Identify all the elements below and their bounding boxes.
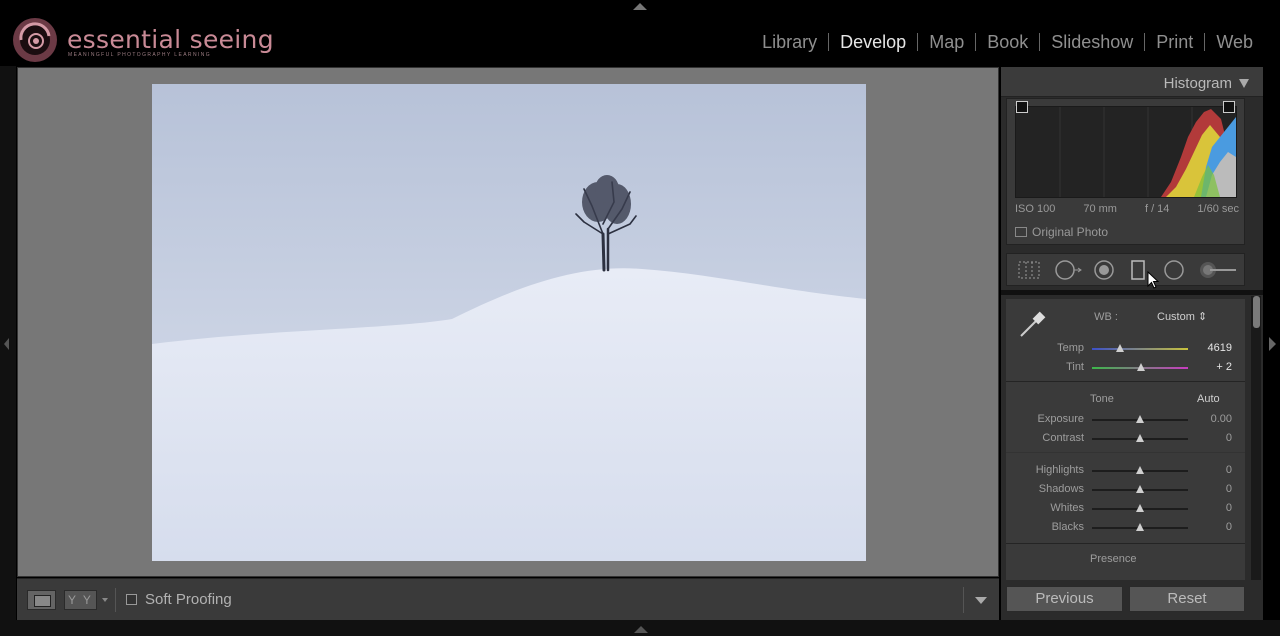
temp-value[interactable]: 4619 (1192, 342, 1232, 354)
right-panel: Histogram ISO 100 70 mm f / 14 1/60 sec (1001, 67, 1263, 620)
panel-separator (1001, 290, 1263, 295)
module-picker: Library Develop Map Book Slideshow Print… (751, 33, 1264, 51)
shadow-clipping-icon[interactable] (1016, 101, 1028, 113)
highlight-clipping-icon[interactable] (1223, 101, 1235, 113)
before-after-button[interactable]: Y Y (64, 590, 97, 610)
updown-arrows-icon: ⇕ (1197, 311, 1208, 323)
group-divider (1006, 452, 1245, 453)
wb-select[interactable]: Custom ⇕ (1157, 310, 1207, 323)
highlights-label: Highlights (1035, 464, 1084, 476)
module-map[interactable]: Map (917, 33, 975, 51)
exposure-label: Exposure (1037, 413, 1084, 425)
wb-eyedropper-icon[interactable] (1015, 308, 1049, 342)
top-panel-toggle[interactable] (633, 3, 647, 10)
highlights-slider[interactable] (1092, 466, 1188, 474)
exposure-slider[interactable] (1092, 415, 1188, 423)
brand-name: essential seeing (67, 25, 274, 54)
filmstrip-toggle[interactable] (634, 626, 648, 633)
histogram-header[interactable]: Histogram (1001, 67, 1263, 97)
contrast-value[interactable]: 0 (1192, 432, 1232, 444)
exif-aperture: f / 14 (1144, 203, 1170, 215)
develop-tool-strip (1006, 253, 1245, 286)
spot-removal-tool-icon[interactable] (1054, 260, 1084, 280)
image-canvas (17, 67, 999, 577)
contrast-slider-thumb[interactable] (1136, 434, 1144, 442)
whites-slider[interactable] (1092, 504, 1188, 512)
scrollbar-thumb[interactable] (1253, 296, 1260, 328)
radial-filter-tool-icon[interactable] (1163, 260, 1185, 280)
shadows-slider[interactable] (1092, 485, 1188, 493)
whites-value[interactable]: 0 (1192, 502, 1232, 514)
module-library[interactable]: Library (751, 33, 828, 51)
tone-auto-button[interactable]: Auto (1197, 393, 1220, 405)
blacks-slider[interactable] (1092, 523, 1188, 531)
blacks-value[interactable]: 0 (1192, 521, 1232, 533)
right-panel-toggle[interactable] (1269, 337, 1276, 351)
exif-focal: 70 mm (1083, 203, 1117, 215)
loupe-view-button[interactable] (27, 590, 56, 610)
mouse-cursor-icon (1147, 271, 1159, 289)
wb-value: Custom (1157, 311, 1195, 323)
exif-iso: ISO 100 (1015, 203, 1056, 215)
exif-shutter: 1/60 sec (1197, 203, 1239, 215)
highlights-slider-thumb[interactable] (1136, 466, 1144, 474)
module-develop[interactable]: Develop (828, 33, 917, 51)
right-panel-scrollbar[interactable] (1251, 296, 1261, 580)
tint-slider-thumb[interactable] (1137, 363, 1145, 371)
contrast-slider[interactable] (1092, 434, 1188, 442)
temp-slider-thumb[interactable] (1116, 344, 1124, 352)
red-eye-tool-icon[interactable] (1093, 260, 1115, 280)
tint-slider[interactable] (1092, 363, 1188, 371)
shadows-slider-thumb[interactable] (1136, 485, 1144, 493)
adjustment-brush-tool-icon[interactable] (1198, 260, 1238, 280)
whites-label: Whites (1050, 502, 1084, 514)
exif-info: ISO 100 70 mm f / 14 1/60 sec (1015, 203, 1239, 215)
exposure-slider-thumb[interactable] (1136, 415, 1144, 423)
contrast-label: Contrast (1042, 432, 1084, 444)
presence-title: Presence (1090, 553, 1137, 565)
tone-title: Tone (1090, 393, 1114, 405)
left-panel-toggle[interactable] (4, 338, 9, 350)
group-divider (1006, 543, 1245, 544)
basic-panel: WB : Custom ⇕ Temp 4619 Tint + 2 Tone Au… (1006, 299, 1245, 580)
highlights-value[interactable]: 0 (1192, 464, 1232, 476)
photo-preview[interactable] (152, 84, 866, 561)
whites-slider-thumb[interactable] (1136, 504, 1144, 512)
crop-tool-icon[interactable] (1017, 260, 1041, 280)
before-after-dropdown-icon[interactable] (102, 598, 108, 602)
module-slideshow[interactable]: Slideshow (1039, 33, 1144, 51)
bottom-toolbar: Y Y Soft Proofing (17, 578, 999, 620)
collapse-triangle-icon[interactable] (1239, 79, 1249, 88)
module-book[interactable]: Book (975, 33, 1039, 51)
reset-button[interactable]: Reset (1129, 586, 1245, 612)
toolbar-divider (115, 588, 116, 612)
shadows-label: Shadows (1038, 483, 1084, 495)
histogram-graph[interactable] (1015, 106, 1237, 198)
wb-label: WB : (1094, 311, 1118, 323)
tint-label: Tint (1066, 361, 1084, 373)
group-divider (1006, 381, 1245, 382)
previous-button[interactable]: Previous (1006, 586, 1123, 612)
histogram-title: Histogram (1163, 75, 1232, 92)
temp-label: Temp (1057, 342, 1084, 354)
module-web[interactable]: Web (1204, 33, 1264, 51)
tint-value[interactable]: + 2 (1192, 361, 1232, 373)
toolbar-menu-icon[interactable] (975, 597, 987, 604)
original-photo-label: Original Photo (1032, 225, 1109, 239)
essential-seeing-logo-icon (13, 18, 57, 62)
module-print[interactable]: Print (1144, 33, 1204, 51)
toolbar-divider (963, 587, 964, 613)
soft-proofing-checkbox[interactable] (126, 594, 137, 605)
shadows-value[interactable]: 0 (1192, 483, 1232, 495)
histogram-panel: ISO 100 70 mm f / 14 1/60 sec Original P… (1006, 98, 1245, 245)
soft-proofing-label: Soft Proofing (145, 591, 232, 608)
exposure-value[interactable]: 0.00 (1192, 413, 1232, 425)
temp-slider[interactable] (1092, 344, 1188, 352)
blacks-label: Blacks (1051, 521, 1084, 533)
original-photo-checkbox[interactable] (1015, 227, 1027, 237)
brand-tagline: MEANINGFUL PHOTOGRAPHY LEARNING (68, 52, 212, 58)
blacks-slider-thumb[interactable] (1136, 523, 1144, 531)
graduated-filter-tool-icon[interactable] (1130, 260, 1146, 280)
